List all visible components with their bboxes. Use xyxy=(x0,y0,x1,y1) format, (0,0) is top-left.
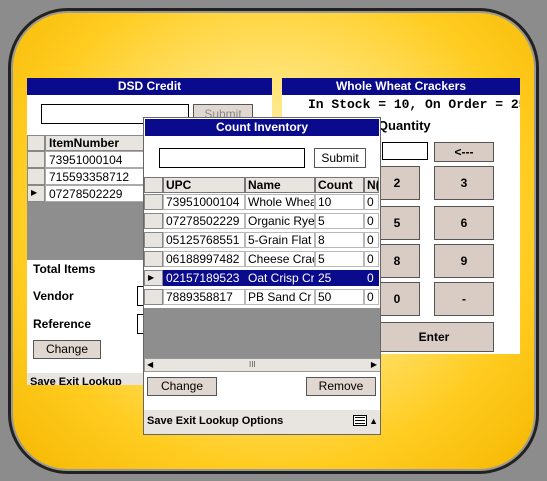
count-change-button[interactable]: Change xyxy=(147,377,217,396)
key-3-button[interactable]: 3 xyxy=(434,166,494,200)
row-pointer-icon: ▶ xyxy=(27,185,45,202)
scroll-left-icon[interactable]: ◀ xyxy=(147,359,153,371)
count-cell[interactable]: 50 xyxy=(315,289,364,305)
key-minus-button[interactable]: - xyxy=(434,282,494,316)
upc-cell[interactable]: 73951000104 xyxy=(163,194,245,210)
n-cell[interactable]: 0 xyxy=(364,213,379,229)
scrollbar-thumb[interactable]: III xyxy=(249,359,256,371)
remove-button[interactable]: Remove xyxy=(306,377,376,396)
backspace-button[interactable]: <--- xyxy=(434,142,494,162)
table-row[interactable]: 73951000104 Whole Whea 10 0 xyxy=(144,194,379,210)
name-cell[interactable]: Organic Rye xyxy=(245,213,315,229)
count-inventory-window: Count Inventory Submit UPC Name Count N(… xyxy=(143,117,381,435)
whole-wheat-title: Whole Wheat Crackers xyxy=(282,78,520,95)
count-cell[interactable]: 5 xyxy=(315,213,364,229)
count-menu-bar: Save Exit Lookup Options ▲ xyxy=(144,410,380,434)
name-cell[interactable]: PB Sand Cr xyxy=(245,289,315,305)
row-pointer-icon[interactable]: ▶ xyxy=(144,270,163,286)
table-row[interactable]: 06188997482 Cheese Crac 5 0 xyxy=(144,251,379,267)
n-cell[interactable]: 0 xyxy=(364,232,379,248)
dsd-corner-cell xyxy=(27,135,45,151)
row-selector[interactable] xyxy=(144,289,163,305)
upc-cell[interactable]: 05125768551 xyxy=(163,232,245,248)
n-cell[interactable]: 0 xyxy=(364,251,379,267)
table-row[interactable]: ▶ 02157189523 Oat Crisp Cr 25 0 xyxy=(144,270,379,286)
table-row[interactable]: 07278502229 Organic Rye 5 0 xyxy=(144,213,379,229)
key-9-button[interactable]: 9 xyxy=(434,244,494,278)
n-cell[interactable]: 0 xyxy=(364,289,379,305)
count-cell[interactable]: 8 xyxy=(315,232,364,248)
table-row[interactable]: 05125768551 5-Grain Flat 8 0 xyxy=(144,232,379,248)
count-inventory-title: Count Inventory xyxy=(145,119,379,136)
keyboard-icon[interactable] xyxy=(353,415,367,426)
stock-status-text: In Stock = 10, On Order = 25 xyxy=(308,97,520,112)
name-cell[interactable]: 5-Grain Flat xyxy=(245,232,315,248)
dsd-credit-title: DSD Credit xyxy=(27,78,272,95)
name-cell[interactable]: Oat Crisp Cr xyxy=(245,270,315,286)
total-items-label: Total Items xyxy=(33,262,96,276)
up-arrow-icon[interactable]: ▲ xyxy=(369,410,378,432)
row-selector[interactable] xyxy=(144,213,163,229)
key-6-button[interactable]: 6 xyxy=(434,206,494,240)
name-cell[interactable]: Cheese Crac xyxy=(245,251,315,267)
count-grid-empty-area xyxy=(144,308,380,358)
enter-button[interactable]: Enter xyxy=(374,322,494,352)
n-column-header[interactable]: N( xyxy=(364,177,379,193)
table-row[interactable]: 7889358817 PB Sand Cr 50 0 xyxy=(144,289,379,305)
dsd-change-button[interactable]: Change xyxy=(33,340,101,359)
dsd-row-selector[interactable] xyxy=(27,151,45,168)
dsd-row-selector[interactable] xyxy=(27,168,45,185)
n-cell[interactable]: 0 xyxy=(364,194,379,210)
row-selector[interactable] xyxy=(144,194,163,210)
scroll-right-icon[interactable]: ▶ xyxy=(371,359,377,371)
row-selector[interactable] xyxy=(144,232,163,248)
count-submit-button[interactable]: Submit xyxy=(314,148,366,168)
upc-cell[interactable]: 7889358817 xyxy=(163,289,245,305)
upc-search-input[interactable] xyxy=(159,148,305,168)
upc-cell[interactable]: 07278502229 xyxy=(163,213,245,229)
count-corner-cell xyxy=(144,177,163,193)
horizontal-scrollbar[interactable]: ◀ III ▶ xyxy=(144,358,380,372)
n-cell[interactable]: 0 xyxy=(364,270,379,286)
quantity-input[interactable] xyxy=(382,142,428,160)
vendor-label: Vendor xyxy=(33,289,74,303)
name-cell[interactable]: Whole Whea xyxy=(245,194,315,210)
row-selector[interactable] xyxy=(144,251,163,267)
upc-cell[interactable]: 02157189523 xyxy=(163,270,245,286)
upc-column-header[interactable]: UPC xyxy=(163,177,245,193)
count-column-header[interactable]: Count xyxy=(315,177,364,193)
reference-label: Reference xyxy=(33,317,92,331)
upc-cell[interactable]: 06188997482 xyxy=(163,251,245,267)
count-menu-items[interactable]: Save Exit Lookup Options xyxy=(147,415,283,427)
count-cell[interactable]: 5 xyxy=(315,251,364,267)
count-cell[interactable]: 25 xyxy=(315,270,364,286)
name-column-header[interactable]: Name xyxy=(245,177,315,193)
count-cell[interactable]: 10 xyxy=(315,194,364,210)
